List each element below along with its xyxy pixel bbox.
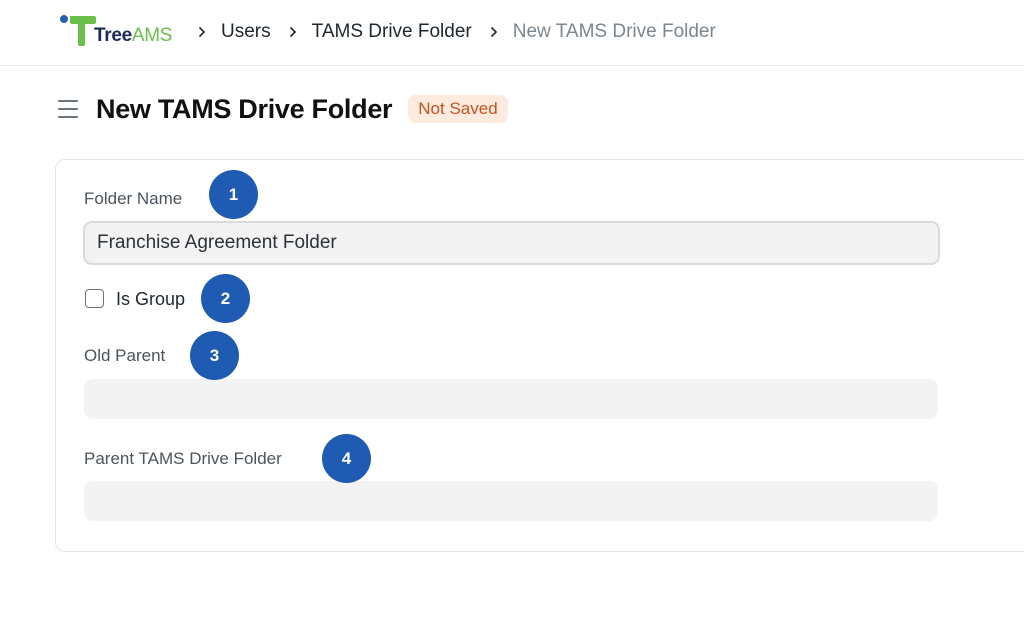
old-parent-label: Old Parent [84,346,166,365]
annotation-marker-2: 2 [201,274,250,323]
is-group-checkbox[interactable] [85,289,104,308]
folder-name-input[interactable]: Franchise Agreement Folder [83,221,940,265]
breadcrumb-current: New TAMS Drive Folder [512,21,716,42]
annotation-marker-1: 1 [209,170,258,219]
old-parent-input[interactable] [84,379,938,419]
page-header: New TAMS Drive Folder Not Saved [56,92,508,126]
logo-text: TreeAMS [94,25,173,46]
logo-dot-icon [60,15,68,23]
status-badge: Not Saved [408,95,508,123]
chevron-right-icon [196,26,208,38]
is-group-label[interactable]: Is Group [116,289,185,310]
annotation-marker-4: 4 [322,434,371,483]
parent-folder-label: Parent TAMS Drive Folder [84,449,282,468]
breadcrumb-tams-drive-folder[interactable]: TAMS Drive Folder [312,21,472,43]
folder-name-label: Folder Name [84,189,183,208]
breadcrumb: Users TAMS Drive Folder New TAMS Drive F… [196,20,732,44]
top-navbar: TreeAMS Users TAMS Drive Folder New TAMS… [0,0,1024,66]
page-title: New TAMS Drive Folder [96,93,393,124]
treeams-logo[interactable]: TreeAMS [58,13,178,49]
annotation-marker-3: 3 [190,331,239,380]
chevron-right-icon [287,26,299,38]
hamburger-menu-icon[interactable] [56,99,80,119]
parent-folder-input[interactable] [84,481,938,521]
chevron-right-icon [488,26,500,38]
breadcrumb-users[interactable]: Users [221,21,271,43]
